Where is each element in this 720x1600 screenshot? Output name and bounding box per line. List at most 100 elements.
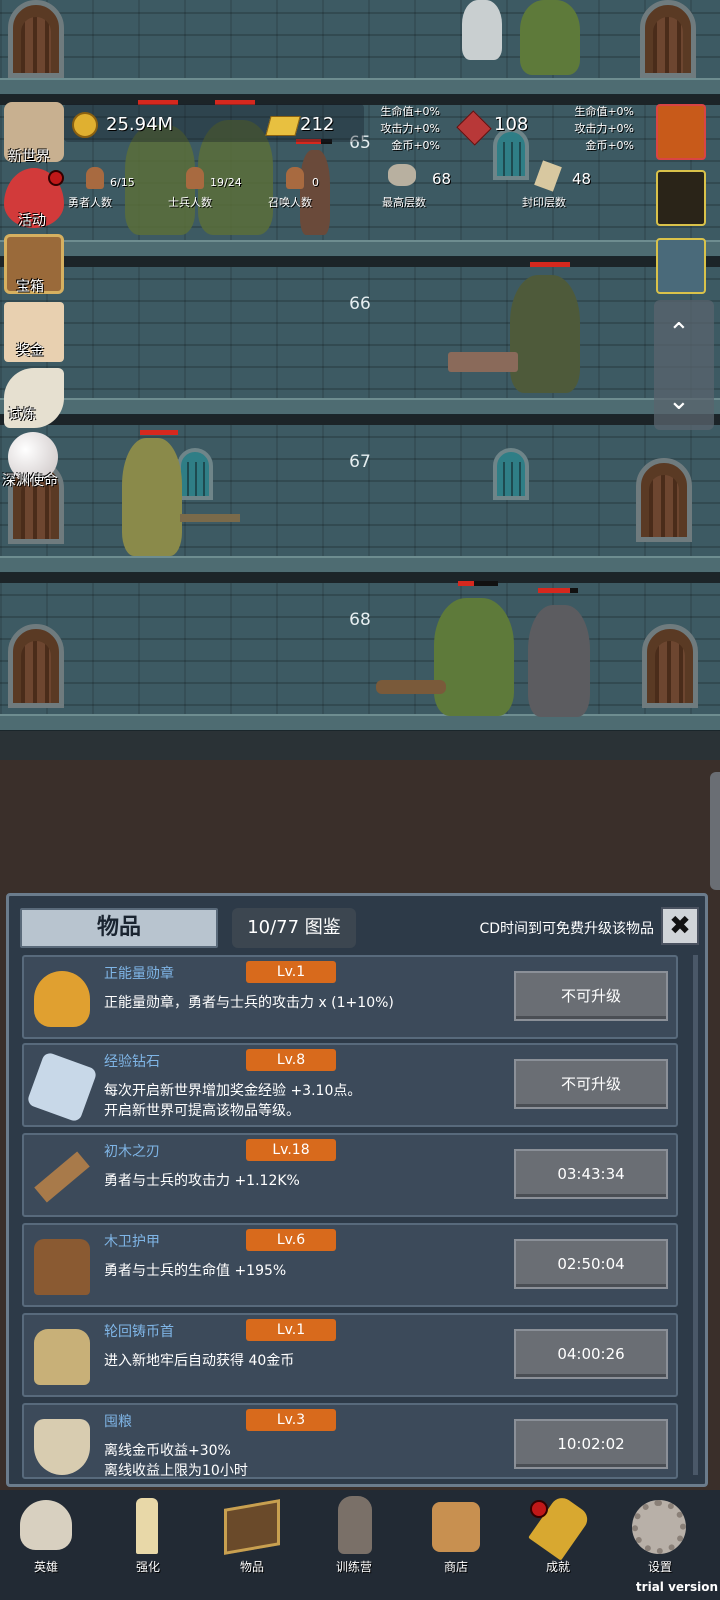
nav-label-upgrade[interactable]: 强化 [108, 1558, 188, 1575]
pumpkin-event-icon[interactable] [656, 104, 706, 160]
atk-bonus: 攻击力+0% [574, 122, 634, 135]
door [642, 624, 698, 708]
summon-portrait-icon [286, 167, 304, 189]
gear-icon [632, 1500, 686, 1554]
nav-label-settings[interactable]: 设置 [620, 1558, 700, 1575]
dark-knight-monster[interactable] [528, 605, 590, 717]
item-description: 离线金币收益+30% 离线收益上限为10小时 [104, 1441, 504, 1479]
list-item: 初木之刃 Lv.18 勇者与士兵的攻击力 +1.12K% 03:43:34 [22, 1133, 678, 1217]
item-desc-line: 勇者与士兵的攻击力 +1.12K% [104, 1173, 300, 1189]
item-description: 勇者与士兵的生命值 +195% [104, 1261, 504, 1281]
item-description: 正能量勋章，勇者与士兵的攻击力 x (1+10%) [104, 993, 504, 1013]
nav-label-heroes[interactable]: 英雄 [6, 1558, 86, 1575]
scroll-item-icon[interactable] [656, 238, 706, 294]
window [177, 448, 213, 500]
side-menu-events[interactable]: 活动 [18, 210, 46, 230]
armor-icon [34, 1239, 90, 1295]
soldiers-count: 19/24 [210, 176, 242, 189]
item-name: 初木之刃 [104, 1144, 160, 1160]
floor-number: 68 [349, 610, 371, 630]
knight-monster[interactable] [122, 438, 182, 556]
book-icon [224, 1499, 280, 1555]
candle-icon[interactable] [656, 170, 706, 226]
dungeon-base [0, 731, 720, 760]
hp-bonus: 生命值+0% [574, 105, 634, 118]
gap [0, 573, 720, 583]
item-desc-line: 正能量勋章，勇者与士兵的攻击力 x (1+10%) [104, 995, 394, 1011]
gem-amount: 108 [494, 114, 529, 135]
club-weapon [376, 680, 446, 694]
list-item: 木卫护甲 Lv.6 勇者与士兵的生命值 +195% 02:50:04 [22, 1223, 678, 1307]
upgrade-timer-button[interactable]: 03:43:34 [514, 1149, 668, 1199]
upgrade-button[interactable]: 不可升级 [514, 971, 668, 1021]
item-level: Lv.1 [246, 961, 336, 983]
hp-bonus: 生命值+0% [380, 105, 440, 118]
gold-coin-icon [72, 112, 98, 138]
hp-bar [458, 581, 498, 586]
nav-label-training-camp[interactable]: 训练营 [314, 1558, 394, 1575]
diamond-icon [26, 1051, 98, 1123]
nav-label-achievements[interactable]: 成就 [518, 1558, 598, 1575]
panel-scrollbar[interactable] [693, 955, 698, 1475]
item-desc-line: 勇者与士兵的生命值 +195% [104, 1263, 287, 1279]
upgrade-button[interactable]: 不可升级 [514, 1059, 668, 1109]
item-desc-line: 进入新地牢后自动获得 40金币 [104, 1353, 295, 1369]
upgrade-timer-button[interactable]: 10:02:02 [514, 1419, 668, 1469]
gold-bar-icon [265, 116, 301, 136]
collection-button[interactable]: 10/77 图鉴 [232, 908, 356, 948]
item-desc-line: 开启新世界可提高该物品等级。 [104, 1103, 300, 1119]
candle-icon [136, 1498, 158, 1554]
door [8, 624, 64, 708]
floor-64 [0, 0, 720, 80]
side-menu-new-world[interactable]: 新世界 [8, 146, 50, 166]
helmet-icon [34, 1329, 90, 1385]
upgrade-timer-button[interactable]: 04:00:26 [514, 1329, 668, 1379]
item-name: 囤粮 [104, 1414, 132, 1430]
nav-label-shop[interactable]: 商店 [416, 1558, 496, 1575]
orc-monster[interactable] [434, 598, 514, 716]
summons-count: 0 [312, 176, 319, 189]
item-name: 轮回铸币首 [104, 1324, 174, 1340]
item-description: 每次开启新世界增加奖金经验 +3.10点。 开启新世界可提高该物品等级。 [104, 1081, 504, 1121]
window [493, 448, 529, 500]
side-menu-chest[interactable]: 宝箱 [16, 276, 44, 296]
ghost-monster[interactable] [462, 0, 502, 60]
item-level: Lv.18 [246, 1139, 336, 1161]
sealed-floor-value: 48 [572, 170, 592, 188]
watermark: trial version [635, 1580, 718, 1594]
heroes-label: 勇者人数 [68, 196, 112, 209]
floor-number: 67 [349, 452, 371, 472]
summons-label: 召唤人数 [268, 196, 312, 209]
lantern-icon [338, 1496, 372, 1554]
side-menu-bonus[interactable]: 奖金 [16, 340, 44, 360]
side-menu-abyss-mission[interactable]: 深渊使命 [2, 470, 58, 490]
item-desc-line: 离线金币收益+30% [104, 1443, 231, 1459]
atk-bonus: 攻击力+0% [380, 122, 440, 135]
edge-handle[interactable] [710, 772, 720, 890]
skull-icon [20, 1500, 72, 1550]
door [636, 458, 692, 542]
gold-bar-amount: 212 [300, 114, 335, 135]
stone-icon [388, 164, 416, 186]
close-button[interactable]: ✖ [661, 907, 699, 945]
scroll-up-button[interactable]: ⌃ [668, 318, 690, 348]
side-menu-trial[interactable]: 试炼 [8, 404, 36, 424]
scroll-down-button[interactable]: ⌄ [668, 386, 690, 416]
tab-items[interactable]: 物品 [20, 908, 218, 948]
notification-dot [48, 170, 64, 186]
hp-bar [530, 262, 570, 267]
armored-orc-monster[interactable] [510, 275, 580, 393]
hero-unit[interactable] [300, 150, 330, 235]
sealed-floor-label: 封印层数 [522, 196, 566, 209]
upgrade-timer-button[interactable]: 02:50:04 [514, 1239, 668, 1289]
orc-monster[interactable] [520, 0, 580, 75]
list-item: 正能量勋章 Lv.1 正能量勋章，勇者与士兵的攻击力 x (1+10%) 不可升… [22, 955, 678, 1039]
door [8, 0, 64, 78]
item-name: 经验钻石 [104, 1054, 160, 1070]
nav-label-items[interactable]: 物品 [212, 1558, 292, 1575]
item-desc-line: 离线收益上限为10小时 [104, 1463, 248, 1479]
cleaver-weapon [448, 352, 518, 372]
sword-weapon [180, 514, 240, 522]
item-description: 进入新地牢后自动获得 40金币 [104, 1351, 504, 1371]
top-floor-value: 68 [432, 170, 452, 188]
